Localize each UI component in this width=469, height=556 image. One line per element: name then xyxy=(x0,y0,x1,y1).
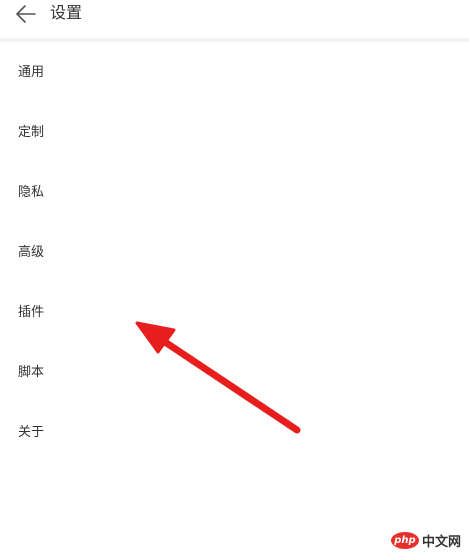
menu-item-customize[interactable]: 定制 xyxy=(0,102,469,162)
menu-item-label: 关于 xyxy=(18,424,45,440)
menu-item-plugins[interactable]: 插件 xyxy=(0,282,469,342)
menu-item-label: 高级 xyxy=(18,244,45,260)
header-bar: 设置 xyxy=(0,0,469,34)
arrow-left-icon xyxy=(16,5,36,23)
php-logo: php xyxy=(390,532,419,549)
menu-item-about[interactable]: 关于 xyxy=(0,402,469,462)
menu-item-label: 隐私 xyxy=(18,184,45,200)
menu-item-general[interactable]: 通用 xyxy=(0,42,469,102)
watermark-text: 中文网 xyxy=(421,535,461,550)
menu-item-label: 脚本 xyxy=(18,364,45,380)
menu-item-label: 定制 xyxy=(18,124,45,140)
menu-item-scripts[interactable]: 脚本 xyxy=(0,342,469,402)
menu-item-privacy[interactable]: 隐私 xyxy=(0,162,469,222)
menu-item-label: 插件 xyxy=(18,304,45,320)
back-button[interactable] xyxy=(13,3,39,25)
settings-menu: 通用 定制 隐私 高级 插件 脚本 关于 xyxy=(0,42,469,462)
page-title: 设置 xyxy=(50,3,83,22)
menu-item-label: 通用 xyxy=(18,64,45,80)
settings-page: 设置 通用 定制 隐私 高级 插件 脚本 关于 php 中文网 xyxy=(0,0,469,556)
menu-item-advanced[interactable]: 高级 xyxy=(0,222,469,282)
watermark: php 中文网 xyxy=(390,531,461,550)
